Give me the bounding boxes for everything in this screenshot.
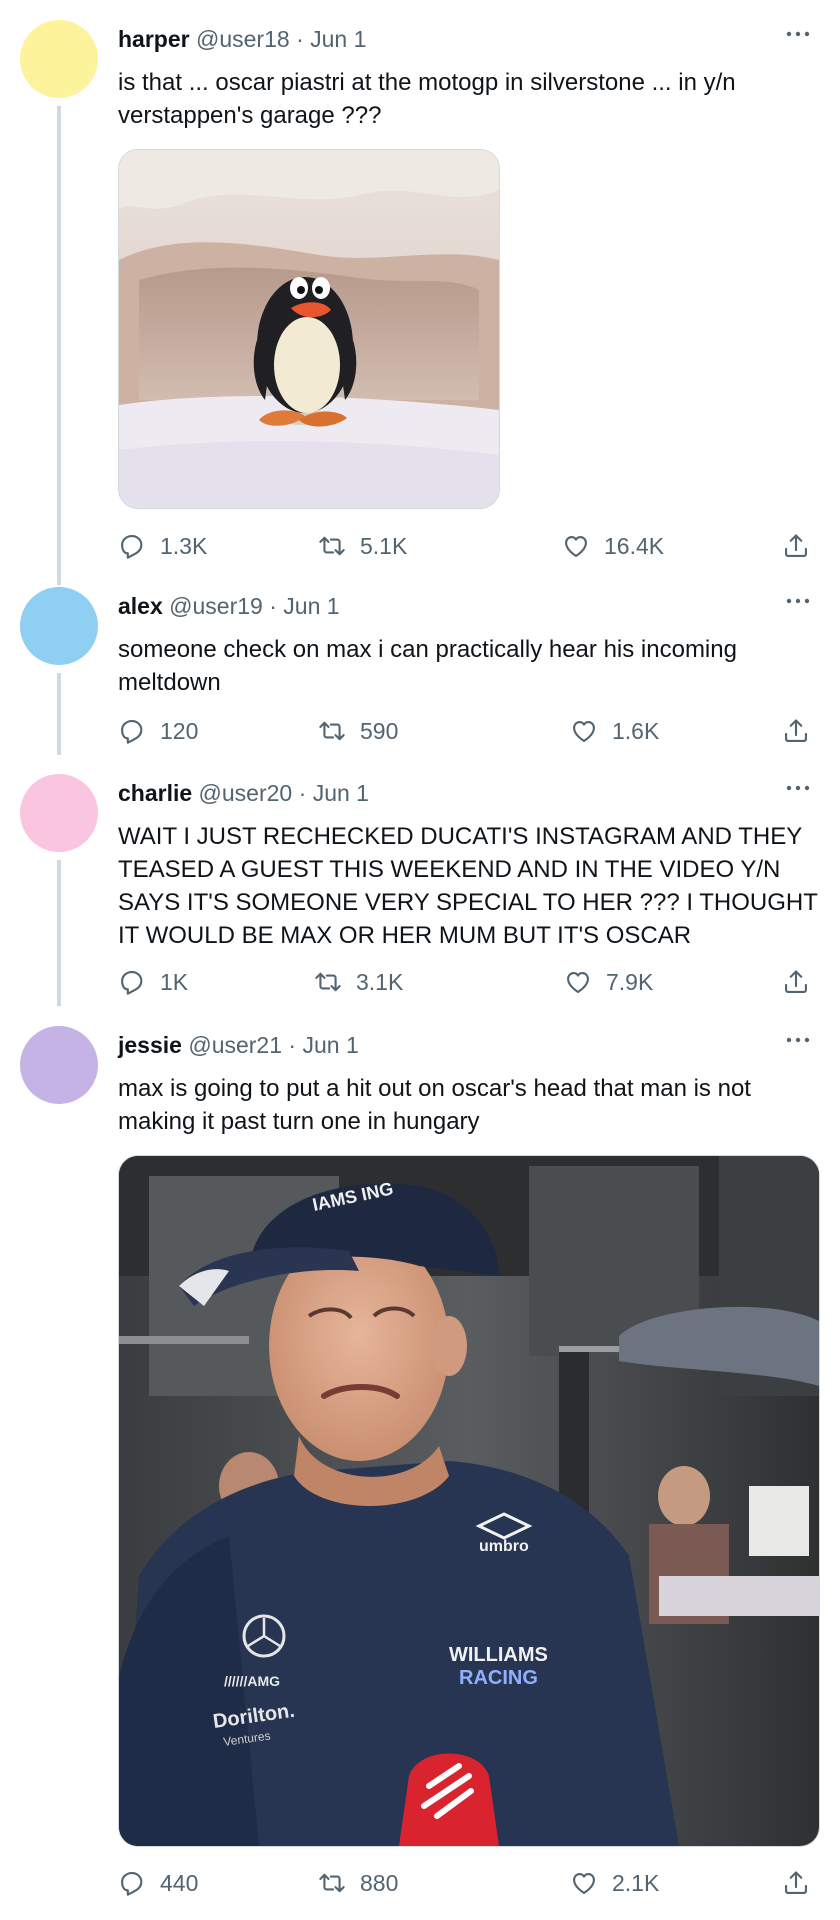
tweet-header: harper @user18 · Jun 1 <box>118 24 366 54</box>
user-handle[interactable]: @user18 <box>196 26 290 52</box>
tweet-alex[interactable]: alex @user19 · Jun 1 someone check on ma… <box>0 567 840 755</box>
tweet-photo[interactable] <box>118 149 500 509</box>
ellipsis-icon <box>786 784 810 792</box>
display-name[interactable]: harper <box>118 26 190 52</box>
retweet-count: 3.1K <box>356 968 404 995</box>
thread-line <box>57 860 61 1006</box>
reply-icon <box>118 1869 146 1897</box>
retweet-count: 5.1K <box>360 532 408 559</box>
display-name[interactable]: jessie <box>118 1032 182 1058</box>
like-count: 16.4K <box>604 532 665 559</box>
tweet-text: someone check on max i can practically h… <box>118 636 737 696</box>
tweet-text: WAIT I JUST RECHECKED DUCATI'S INSTAGRAM… <box>118 823 818 949</box>
share-icon <box>782 717 810 745</box>
like-count: 1.6K <box>612 717 660 744</box>
retweet-button[interactable]: 590 <box>318 713 398 749</box>
display-name[interactable]: charlie <box>118 780 192 806</box>
tweet-harper[interactable]: harper @user18 · Jun 1 is that ... oscar… <box>0 0 840 585</box>
thread-line <box>57 106 61 585</box>
sponsor-amg-text: //////AMG <box>224 1673 280 1689</box>
reply-count: 1.3K <box>160 532 208 559</box>
ellipsis-icon <box>786 597 810 605</box>
tweet-date[interactable]: Jun 1 <box>313 780 369 806</box>
like-button[interactable]: 7.9K <box>564 964 653 1000</box>
reply-icon <box>118 532 146 560</box>
like-button[interactable]: 1.6K <box>570 713 659 749</box>
avatar[interactable] <box>20 587 98 665</box>
display-name[interactable]: alex <box>118 593 163 619</box>
share-icon <box>782 1869 810 1897</box>
heart-icon <box>564 968 592 996</box>
share-icon <box>782 532 810 560</box>
user-handle[interactable]: @user19 <box>169 593 263 619</box>
separator: · <box>269 593 277 619</box>
action-bar: 1K 3.1K 7.9K <box>118 964 818 1000</box>
separator: · <box>288 1032 297 1058</box>
retweet-icon <box>318 717 346 745</box>
more-options-button[interactable] <box>778 776 818 800</box>
like-button[interactable]: 2.1K <box>570 1865 659 1901</box>
separator: · <box>296 26 304 52</box>
share-button[interactable] <box>782 1865 810 1901</box>
reply-count: 1K <box>160 968 189 995</box>
tweet-header: alex @user19 · Jun 1 <box>118 591 340 621</box>
tweet-jessie[interactable]: jessie @user21 · Jun 1 max is going to p… <box>0 1006 840 1920</box>
penguin-photo <box>119 150 499 508</box>
avatar[interactable] <box>20 774 98 852</box>
tweet-text: is that ... oscar piastri at the motogp … <box>118 69 736 129</box>
retweet-button[interactable]: 880 <box>318 1865 398 1901</box>
driver-interview-photo: IAMS ING umbro WILLIAMS RACING //////AMG… <box>119 1156 819 1846</box>
action-bar: 120 590 1.6K <box>118 713 818 749</box>
tweet-header: charlie @user20 · Jun 1 <box>118 778 369 808</box>
heart-icon <box>562 532 590 560</box>
separator: · <box>298 780 307 806</box>
more-options-button[interactable] <box>778 589 818 613</box>
team-text-line2: RACING <box>459 1667 538 1689</box>
action-bar: 1.3K 5.1K 16.4K <box>118 528 818 564</box>
shirt-brand-text: umbro <box>479 1538 529 1555</box>
tweet-charlie[interactable]: charlie @user20 · Jun 1 WAIT I JUST RECH… <box>0 754 840 1006</box>
share-button[interactable] <box>782 713 810 749</box>
reply-icon <box>118 968 146 996</box>
more-options-button[interactable] <box>778 1028 818 1052</box>
avatar[interactable] <box>20 1026 98 1104</box>
reply-button[interactable]: 1.3K <box>118 528 207 564</box>
tweet-date[interactable]: Jun 1 <box>302 1032 358 1058</box>
reply-button[interactable]: 440 <box>118 1865 198 1901</box>
more-options-button[interactable] <box>778 22 818 46</box>
reply-count: 120 <box>160 717 199 744</box>
reply-button[interactable]: 120 <box>118 713 198 749</box>
avatar[interactable] <box>20 20 98 98</box>
team-text-line1: WILLIAMS <box>449 1644 548 1666</box>
share-button[interactable] <box>782 528 810 564</box>
reply-icon <box>118 717 146 745</box>
like-count: 7.9K <box>606 968 654 995</box>
share-icon <box>782 968 810 996</box>
tweet-text: max is going to put a hit out on oscar's… <box>118 1075 751 1135</box>
reply-button[interactable]: 1K <box>118 964 188 1000</box>
heart-icon <box>570 717 598 745</box>
reply-count: 440 <box>160 1869 199 1896</box>
tweet-date[interactable]: Jun 1 <box>310 26 366 52</box>
retweet-button[interactable]: 3.1K <box>314 964 403 1000</box>
like-count: 2.1K <box>612 1869 660 1896</box>
tweet-date[interactable]: Jun 1 <box>283 593 339 619</box>
tweet-photo[interactable]: IAMS ING umbro WILLIAMS RACING //////AMG… <box>118 1155 820 1847</box>
action-bar: 440 880 2.1K <box>118 1865 818 1901</box>
tweet-header: jessie @user21 · Jun 1 <box>118 1030 359 1060</box>
like-button[interactable]: 16.4K <box>562 528 664 564</box>
retweet-count: 880 <box>360 1869 399 1896</box>
user-handle[interactable]: @user21 <box>188 1032 282 1058</box>
user-handle[interactable]: @user20 <box>199 780 293 806</box>
heart-icon <box>570 1869 598 1897</box>
retweet-count: 590 <box>360 717 399 744</box>
retweet-icon <box>314 968 342 996</box>
retweet-icon <box>318 532 346 560</box>
retweet-icon <box>318 1869 346 1897</box>
share-button[interactable] <box>782 964 810 1000</box>
retweet-button[interactable]: 5.1K <box>318 528 407 564</box>
ellipsis-icon <box>786 1036 810 1044</box>
ellipsis-icon <box>786 30 810 38</box>
thread-line <box>57 673 61 755</box>
